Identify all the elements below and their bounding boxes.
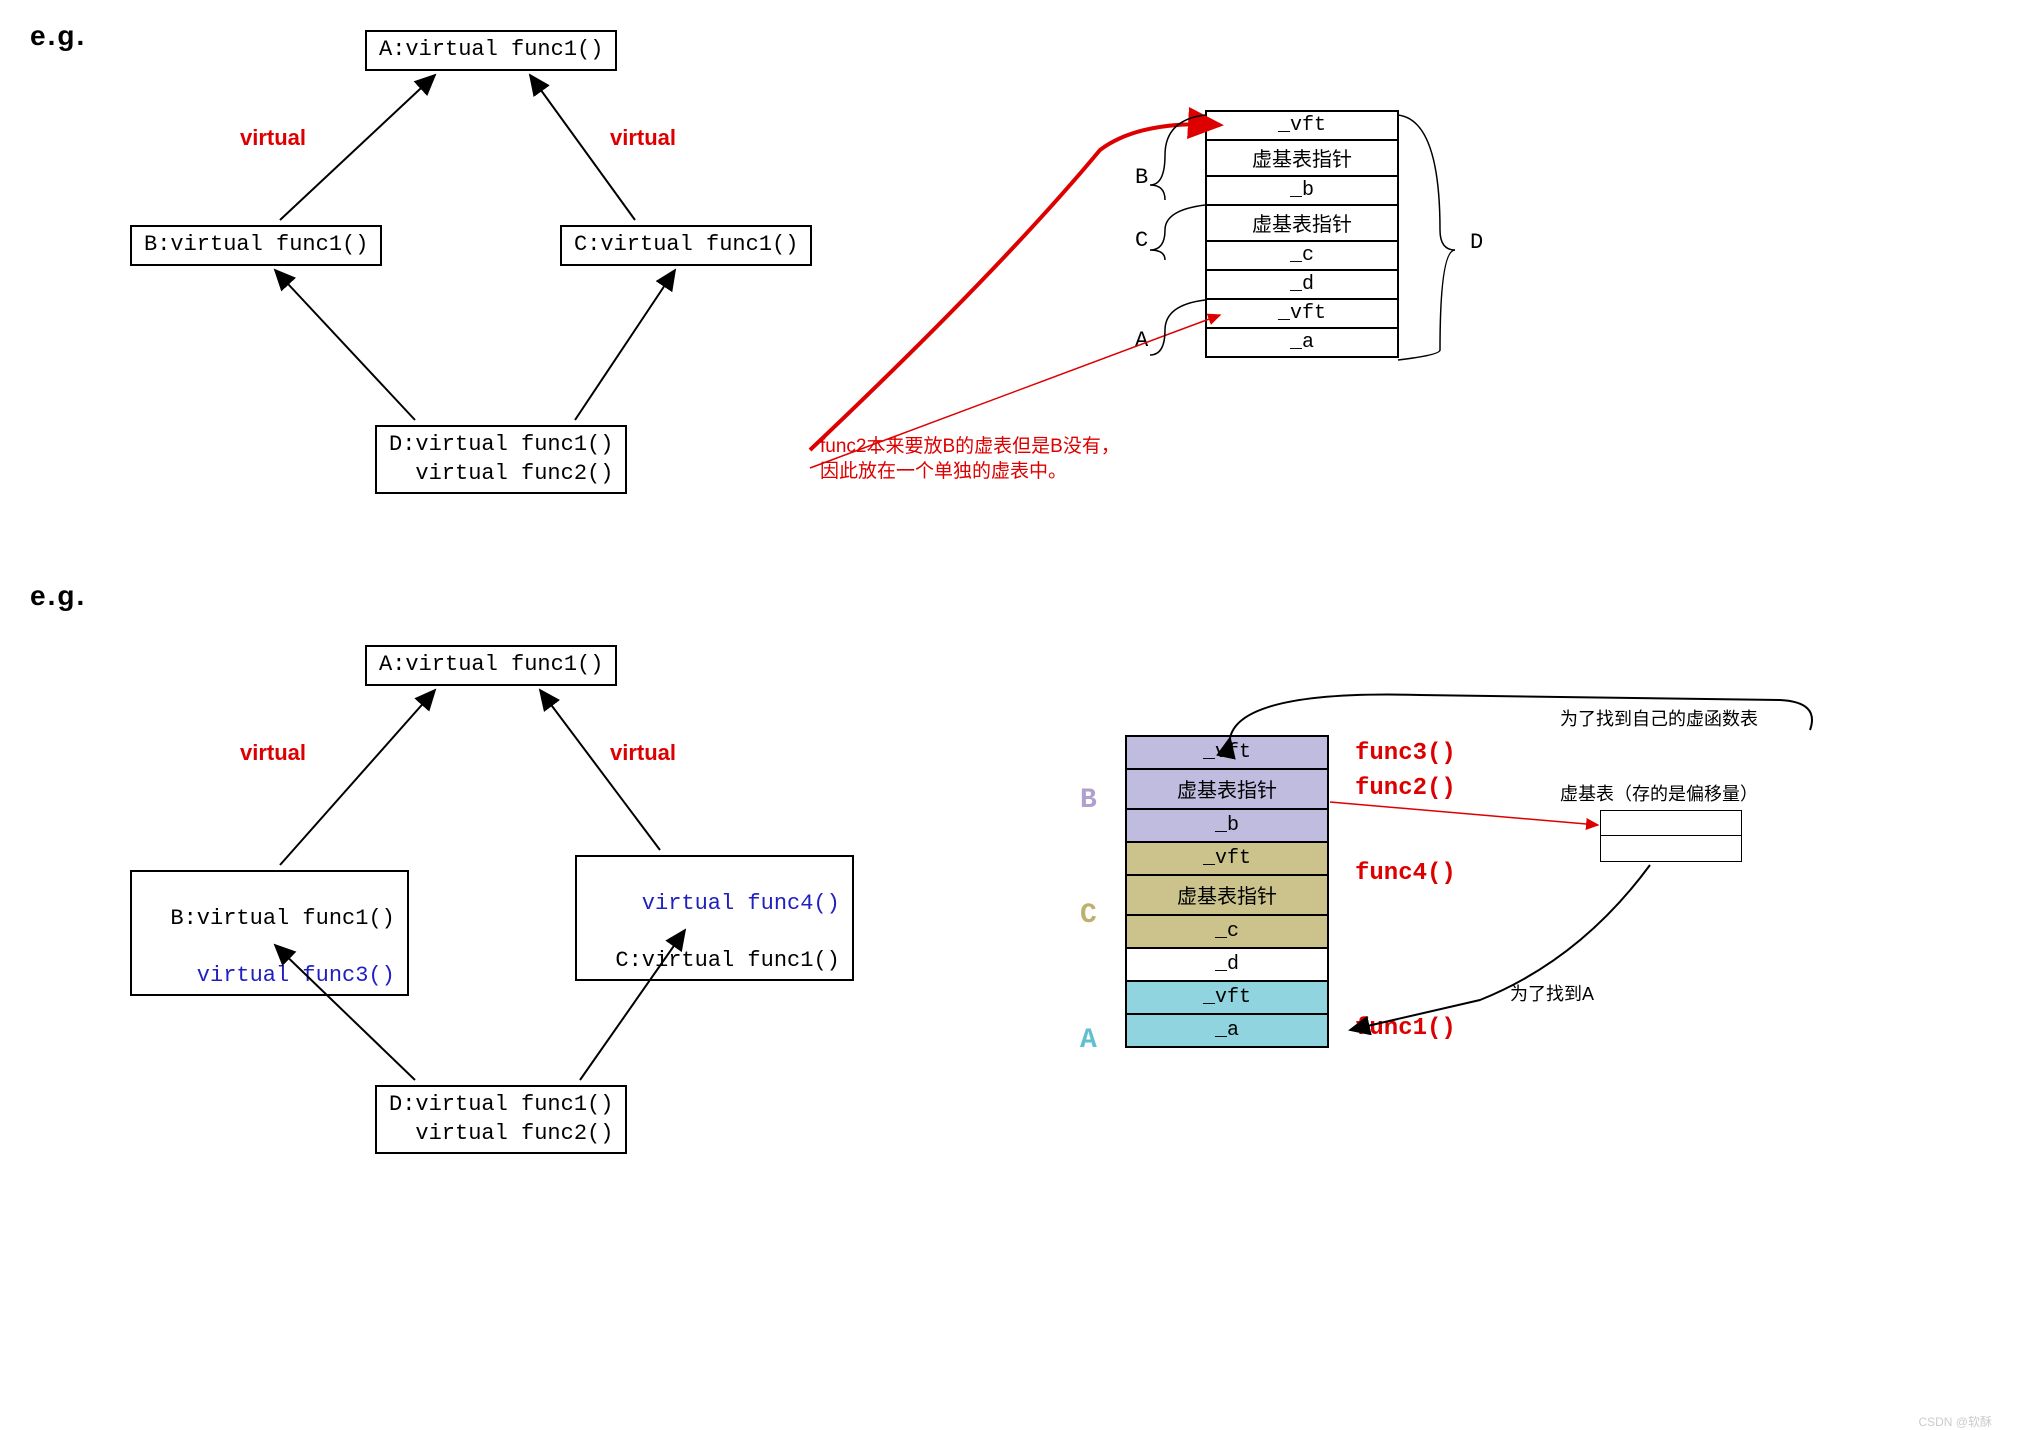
virtual-label-left: virtual bbox=[240, 125, 306, 151]
note-vft-self: 为了找到自己的虚函数表 bbox=[1560, 705, 1758, 731]
eg-label: e.g. bbox=[30, 580, 86, 612]
note-find-a: 为了找到A bbox=[1510, 980, 1594, 1006]
virtual-label-right: virtual bbox=[610, 125, 676, 151]
label-a: A bbox=[1135, 328, 1148, 353]
label-a-2: A bbox=[1080, 1025, 1097, 1056]
mem-cell: _vft bbox=[1207, 112, 1397, 141]
label-b: B bbox=[1135, 165, 1148, 190]
vbtable-box bbox=[1600, 810, 1742, 862]
b-b: _b bbox=[1127, 810, 1327, 843]
arrows-svg-1 bbox=[20, 20, 2002, 580]
mem-cell: _c bbox=[1207, 242, 1397, 271]
b-line1: B:virtual func1() bbox=[170, 906, 394, 931]
class-c-box: C:virtual func1() bbox=[560, 225, 812, 266]
b-vft: _vft bbox=[1127, 737, 1327, 770]
c-line2: C:virtual func1() bbox=[615, 948, 839, 973]
watermark: CSDN @软酥 bbox=[1918, 1413, 1992, 1430]
class-d-box: D:virtual func1() virtual func2() bbox=[375, 425, 627, 494]
mem-cell: _a bbox=[1207, 329, 1397, 356]
label-c-2: C bbox=[1080, 900, 1097, 931]
mem-cell: _d bbox=[1207, 271, 1397, 300]
class-b-box-2: B:virtual func1() virtual func3() bbox=[130, 870, 409, 996]
diagram-example-1: e.g. A:virtual func1() B:virtual func1()… bbox=[20, 20, 2002, 580]
func4-label: func4() bbox=[1355, 860, 1456, 887]
mem-cell: 虚基表指针 bbox=[1207, 206, 1397, 242]
label-c: C bbox=[1135, 228, 1148, 253]
mem-cell: 虚基表指针 bbox=[1207, 141, 1397, 177]
mem-cell: _b bbox=[1207, 177, 1397, 206]
c-vft: _vft bbox=[1127, 843, 1327, 876]
virtual-label-right-2: virtual bbox=[610, 740, 676, 766]
b-line2: virtual func3() bbox=[197, 963, 395, 988]
class-d-box-2: D:virtual func1() virtual func2() bbox=[375, 1085, 627, 1154]
diagram-example-2: e.g. A:virtual func1() B:virtual func1()… bbox=[20, 580, 2002, 1400]
a-a: _a bbox=[1127, 1015, 1327, 1046]
memory-layout-2: _vft 虚基表指针 _b _vft 虚基表指针 _c _d _vft _a bbox=[1125, 735, 1329, 1048]
class-c-box-2: virtual func4() C:virtual func1() bbox=[575, 855, 854, 981]
memory-layout-1: _vft 虚基表指针 _b 虚基表指针 _c _d _vft _a bbox=[1205, 110, 1399, 358]
mem-cell: _vft bbox=[1207, 300, 1397, 329]
red-note: func2本来要放B的虚表但是B没有， 因此放在一个单独的虚表中。 bbox=[820, 435, 1120, 484]
eg-label: e.g. bbox=[30, 20, 86, 52]
c-vbt: 虚基表指针 bbox=[1127, 876, 1327, 916]
d-d: _d bbox=[1127, 949, 1327, 982]
class-a-box-2: A:virtual func1() bbox=[365, 645, 617, 686]
label-b-2: B bbox=[1080, 785, 1097, 816]
c-line1: virtual func4() bbox=[642, 891, 840, 916]
a-vft: _vft bbox=[1127, 982, 1327, 1015]
note-vbtable: 虚基表（存的是偏移量） bbox=[1560, 780, 1758, 806]
class-b-box: B:virtual func1() bbox=[130, 225, 382, 266]
func3-label: func3() bbox=[1355, 740, 1456, 767]
class-a-box: A:virtual func1() bbox=[365, 30, 617, 71]
func1-label: func1() bbox=[1355, 1015, 1456, 1042]
label-d: D bbox=[1470, 230, 1483, 255]
b-vbt: 虚基表指针 bbox=[1127, 770, 1327, 810]
func2-label: func2() bbox=[1355, 775, 1456, 802]
virtual-label-left-2: virtual bbox=[240, 740, 306, 766]
c-c: _c bbox=[1127, 916, 1327, 949]
